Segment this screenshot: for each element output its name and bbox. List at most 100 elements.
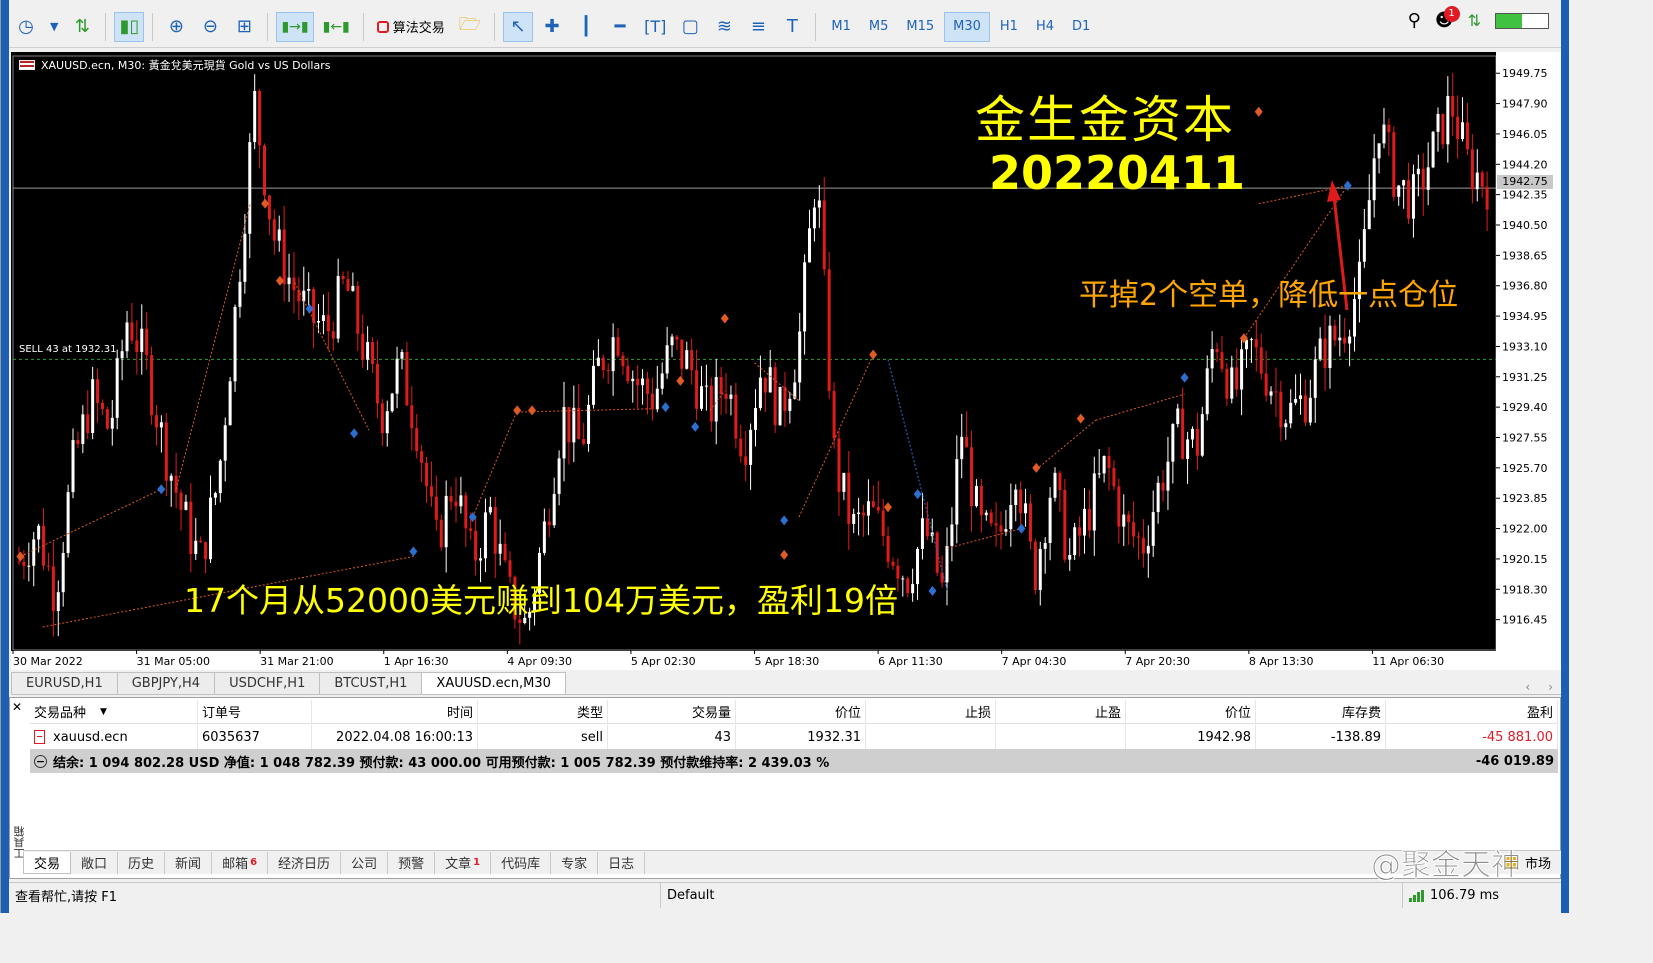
terminal-tab[interactable]: 文章 1: [435, 851, 492, 874]
chart-tab[interactable]: GBPJPY,H4: [116, 672, 216, 694]
terminal-tab[interactable]: 交易: [23, 851, 72, 874]
terminal-tab[interactable]: 日志: [598, 851, 646, 874]
channel-icon[interactable]: ≡: [743, 12, 773, 42]
candle-body: [817, 200, 821, 208]
search-icon[interactable]: ⚲: [1408, 10, 1421, 31]
clock-icon[interactable]: ◷: [11, 12, 41, 42]
candle-body: [493, 506, 497, 554]
cursor-icon[interactable]: ↖: [503, 11, 534, 42]
candle-body: [22, 561, 26, 566]
candle-body: [272, 219, 276, 241]
text-tool-icon[interactable]: [T]: [639, 12, 671, 42]
col-volume[interactable]: 交易量: [608, 700, 736, 723]
vertical-line-icon[interactable]: ┃: [571, 12, 601, 42]
scroll-right-icon[interactable]: ›: [1548, 680, 1553, 694]
candle-body: [1092, 473, 1096, 531]
col-price[interactable]: 价位: [1126, 700, 1256, 723]
candle-body: [81, 414, 85, 445]
status-help: 查看帮忙,请按 F1: [9, 883, 661, 908]
timeframe-h1[interactable]: H1: [992, 12, 1026, 42]
status-ping-text: 106.79 ms: [1430, 888, 1500, 903]
zoom-out-icon[interactable]: ⊖: [195, 12, 225, 42]
y-tick-label: 1931.25: [1502, 371, 1548, 384]
candle-body: [886, 536, 890, 562]
scroll-left-icon[interactable]: ‹: [1525, 680, 1530, 694]
col-type[interactable]: 类型: [478, 700, 608, 723]
terminal-tab-label: 公司: [351, 857, 378, 872]
col-tp[interactable]: 止盈: [996, 700, 1126, 723]
tab-scroll-nav: ‹ ›: [1525, 680, 1561, 694]
candle-body: [984, 512, 988, 516]
chart-tab[interactable]: XAUUSD.ecn,M30: [421, 672, 566, 694]
candle-body: [434, 496, 438, 520]
y-tick-label: 1922.00: [1502, 523, 1548, 536]
timeframe-m30[interactable]: M30: [944, 11, 990, 42]
candle-body: [405, 352, 409, 406]
candle-body: [999, 525, 1003, 532]
candle-body: [346, 279, 350, 291]
collapse-icon[interactable]: −: [34, 754, 47, 768]
chart-area[interactable]: 1949.75 1947.90 1946.05 1944.20 1942.35 1940.…: [11, 52, 1561, 670]
timeframe-m15[interactable]: M15: [898, 12, 942, 42]
candle-body: [837, 438, 841, 492]
folder-icon[interactable]: 🗁: [454, 12, 486, 42]
terminal-tab[interactable]: 敞口: [71, 851, 119, 874]
table-row[interactable]: xauusd.ecn 6035637 2022.04.08 16:00:13 s…: [30, 725, 1558, 749]
tile-windows-icon[interactable]: ⊞: [229, 12, 259, 42]
terminal-tab[interactable]: 预警: [388, 851, 436, 874]
timeframe-m1[interactable]: M1: [823, 12, 859, 42]
candlestick-icon[interactable]: ▮▯: [114, 11, 145, 42]
candle-body: [375, 363, 379, 404]
status-profile: Default: [661, 883, 1403, 908]
autoscroll-icon[interactable]: ▮←▮: [318, 12, 355, 42]
candle-body: [641, 378, 645, 386]
cell-time: 2022.04.08 16:00:13: [312, 725, 478, 749]
timeframe-d1[interactable]: D1: [1064, 12, 1098, 42]
mt5-window: ◷ ▼ ⇅ ▮▯ ⊕ ⊖ ⊞ ▮→▮ ▮←▮ 算法交易 🗁 ↖ ✚ ┃ ━ [T…: [0, 0, 1569, 913]
candle-body: [891, 561, 895, 566]
cell-tp[interactable]: [996, 725, 1126, 749]
col-open-price[interactable]: 价位: [736, 700, 866, 723]
col-swap[interactable]: 库存费: [1256, 700, 1386, 723]
candle-body: [596, 357, 600, 366]
terminal-tab[interactable]: 邮箱 6: [212, 851, 269, 874]
candle-body: [1259, 347, 1263, 374]
terminal-tab[interactable]: 代码库: [491, 851, 552, 874]
x-tick-label: 11 Apr 06:30: [1372, 655, 1444, 668]
chart-tab[interactable]: EURUSD,H1: [11, 672, 118, 694]
candle-body: [371, 342, 375, 364]
col-time[interactable]: 时间: [312, 700, 478, 723]
crosshair-icon[interactable]: ✚: [537, 12, 567, 42]
col-symbol[interactable]: 交易品种 ▼: [30, 700, 198, 723]
timeframe-h4[interactable]: H4: [1028, 12, 1062, 42]
chart-tab[interactable]: USDCHF,H1: [214, 672, 321, 694]
timeframe-m5[interactable]: M5: [861, 12, 897, 42]
fibonacci-icon[interactable]: ≋: [709, 12, 739, 42]
chart-tab[interactable]: BTCUST,H1: [319, 672, 423, 694]
notification-icon[interactable]: ☻ 1: [1435, 6, 1460, 31]
new-order-icon[interactable]: ⇅: [67, 12, 97, 42]
candle-body: [871, 501, 875, 507]
col-order[interactable]: 订单号: [198, 700, 312, 723]
chevron-down-icon[interactable]: ▼: [45, 12, 63, 42]
terminal-tab-label: 专家: [561, 857, 588, 872]
terminal-tab[interactable]: 新闻: [165, 851, 213, 874]
terminal-tab[interactable]: 公司: [341, 851, 389, 874]
cell-profit: -45 881.00: [1386, 725, 1558, 749]
scroll-right-icon[interactable]: ▮→▮: [276, 11, 314, 42]
market-label[interactable]: 市场: [1525, 853, 1551, 872]
terminal-tab[interactable]: 经济日历: [268, 851, 342, 874]
col-sl[interactable]: 止损: [866, 700, 996, 723]
close-icon[interactable]: ✕: [12, 700, 22, 714]
col-profit[interactable]: 盈利: [1386, 700, 1558, 723]
text-icon[interactable]: T: [777, 12, 807, 42]
terminal-tab[interactable]: 历史: [118, 851, 166, 874]
candle-body: [699, 386, 703, 409]
terminal-tab[interactable]: 专家: [551, 851, 599, 874]
horizontal-line-icon[interactable]: ━: [605, 12, 635, 42]
zoom-in-icon[interactable]: ⊕: [161, 12, 191, 42]
rectangle-icon[interactable]: ▢: [675, 12, 705, 42]
candle-body: [862, 512, 866, 516]
cell-sl[interactable]: [866, 725, 996, 749]
algo-trading-button[interactable]: 算法交易: [372, 12, 450, 42]
